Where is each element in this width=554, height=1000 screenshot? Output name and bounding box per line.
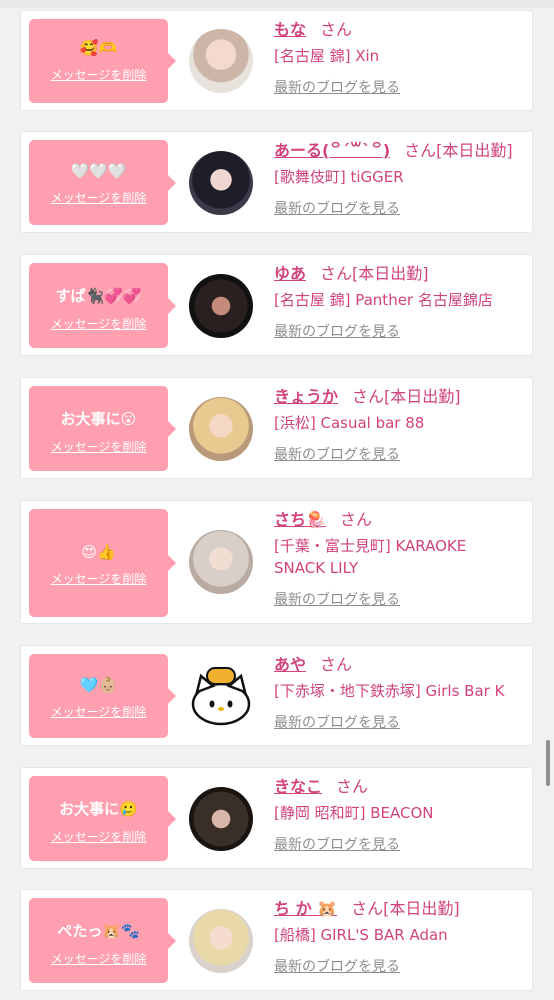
status-badge: [本日出勤]: [383, 899, 460, 918]
san-label: さん: [320, 264, 353, 283]
latest-blog-link[interactable]: 最新のブログを見る: [274, 712, 400, 732]
latest-blog-link[interactable]: 最新のブログを見る: [274, 198, 400, 218]
message-bubble: 🤍🤍🤍 メッセージを削除: [29, 140, 176, 225]
message-text: お大事に😮: [60, 410, 137, 428]
status-badge: [本日出勤]: [352, 264, 429, 283]
message-bubble: 🥰🫶 メッセージを削除: [29, 19, 176, 103]
delete-message-link[interactable]: メッセージを削除: [29, 570, 168, 587]
san-label: さん: [339, 510, 372, 529]
san-label: さん: [320, 655, 353, 674]
message-bubble: お大事に😮 メッセージを削除: [29, 386, 176, 471]
avatar[interactable]: [189, 151, 253, 215]
cast-name-link[interactable]: もな: [274, 20, 306, 39]
cast-name-link[interactable]: ち か 🐹: [274, 899, 337, 918]
san-label: さん: [404, 141, 437, 160]
latest-blog-link[interactable]: 最新のブログを見る: [274, 321, 400, 341]
cast-name-link[interactable]: さち🪼: [274, 510, 326, 529]
delete-message-link[interactable]: メッセージを削除: [29, 828, 168, 845]
avatar[interactable]: [189, 274, 253, 338]
message-bubble: すぱ🐈‍⬛💞💞 メッセージを削除: [29, 263, 176, 348]
latest-blog-link[interactable]: 最新のブログを見る: [274, 589, 400, 609]
message-card: 🤍🤍🤍 メッセージを削除 あーる(꒪ˊ꒳ˋ꒪) さん[本日出勤] [歌舞伎町] t…: [20, 131, 533, 233]
shop-name: [名古屋 錦] Panther 名古屋錦店: [274, 291, 493, 309]
san-label: さん: [351, 899, 384, 918]
delete-message-link[interactable]: メッセージを削除: [29, 950, 168, 967]
shop-name: [下赤塚・地下鉄赤塚] Girls Bar K: [274, 682, 505, 700]
message-text: 😍👍: [81, 543, 116, 561]
shop-name: [歌舞伎町] tiGGER: [274, 168, 404, 186]
avatar[interactable]: [189, 909, 253, 973]
latest-blog-link[interactable]: 最新のブログを見る: [274, 444, 400, 464]
top-strip: [0, 0, 554, 8]
message-bubble: ぺたっ🐹🐾 メッセージを削除: [29, 898, 176, 983]
message-text: お大事に🥲: [59, 800, 138, 818]
avatar[interactable]: [189, 787, 253, 851]
delete-message-link[interactable]: メッセージを削除: [29, 438, 168, 455]
message-text: すぱ🐈‍⬛💞💞: [55, 287, 142, 305]
message-card: ぺたっ🐹🐾 メッセージを削除 ち か 🐹 さん[本日出勤] [船橋] GIRL'S…: [20, 889, 533, 991]
cast-name-link[interactable]: あーる(꒪ˊ꒳ˋ꒪): [274, 141, 390, 160]
avatar[interactable]: [189, 530, 253, 594]
shop-name: [千葉・富士見町] KARAOKE SNACK LILY: [274, 537, 467, 577]
message-bubble: 😍👍 メッセージを削除: [29, 509, 176, 617]
message-card: すぱ🐈‍⬛💞💞 メッセージを削除 ゆあ さん[本日出勤] [名古屋 錦] Pant…: [20, 254, 533, 356]
cast-name-link[interactable]: ゆあ: [274, 264, 306, 283]
cat-character-icon: [191, 667, 251, 726]
shop-name: [名古屋 錦] Xin: [274, 47, 380, 65]
message-bubble: お大事に🥲 メッセージを削除: [29, 776, 176, 861]
message-text: 🥰🫶: [79, 39, 118, 57]
message-card: 🩵👶🏼 メッセージを削除 あや さん [下赤塚・地下鉄赤塚] Girls Bar …: [20, 645, 533, 746]
avatar[interactable]: [189, 29, 253, 93]
cast-name-link[interactable]: あや: [274, 655, 306, 674]
shop-name: [船橋] GIRL'S BAR Adan: [274, 926, 448, 944]
avatar[interactable]: [189, 664, 253, 728]
message-card: お大事に😮 メッセージを削除 きょうか さん[本日出勤] [浜松] Casual …: [20, 377, 533, 479]
shop-name: [静岡 昭和町] BEACON: [274, 804, 434, 822]
cast-name-link[interactable]: きょうか: [274, 387, 338, 406]
status-badge: [本日出勤]: [436, 141, 513, 160]
delete-message-link[interactable]: メッセージを削除: [29, 703, 168, 720]
scrollbar[interactable]: [546, 740, 550, 786]
message-card: 😍👍 メッセージを削除 さち🪼 さん [千葉・富士見町] KARAOKE SNAC…: [20, 500, 533, 624]
message-bubble: 🩵👶🏼 メッセージを削除: [29, 654, 176, 738]
status-badge: [本日出勤]: [384, 387, 461, 406]
latest-blog-link[interactable]: 最新のブログを見る: [274, 834, 400, 854]
cast-name-link[interactable]: きなこ: [274, 777, 322, 796]
delete-message-link[interactable]: メッセージを削除: [29, 66, 168, 83]
san-label: さん: [336, 777, 369, 796]
avatar[interactable]: [189, 397, 253, 461]
shop-name: [浜松] Casual bar 88: [274, 414, 425, 432]
san-label: さん: [352, 387, 385, 406]
latest-blog-link[interactable]: 最新のブログを見る: [274, 956, 400, 976]
delete-message-link[interactable]: メッセージを削除: [29, 189, 168, 206]
latest-blog-link[interactable]: 最新のブログを見る: [274, 77, 400, 97]
message-card: 🥰🫶 メッセージを削除 もな さん [名古屋 錦] Xin 最新のブログを見る: [20, 10, 533, 111]
message-text: 🤍🤍🤍: [70, 162, 127, 180]
message-text: 🩵👶🏼: [79, 676, 118, 694]
message-text: ぺたっ🐹🐾: [57, 922, 140, 940]
message-card: お大事に🥲 メッセージを削除 きなこ さん [静岡 昭和町] BEACON 最新の…: [20, 767, 533, 869]
san-label: さん: [320, 20, 353, 39]
delete-message-link[interactable]: メッセージを削除: [29, 315, 168, 332]
